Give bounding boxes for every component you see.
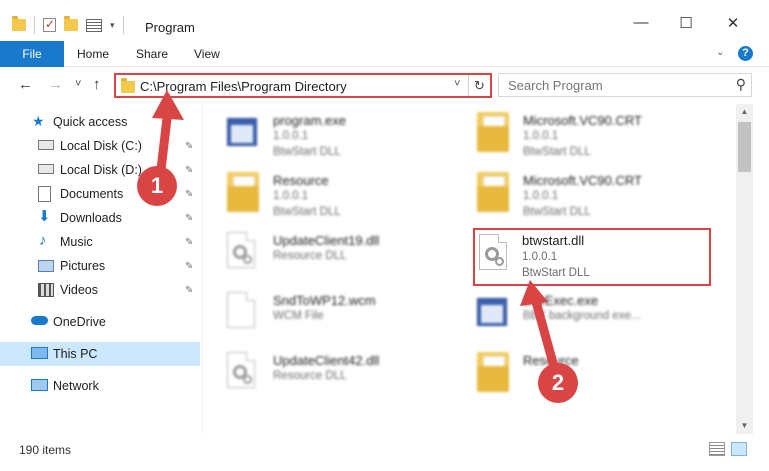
- callout-step-1: 1: [137, 166, 177, 206]
- callout-step-2: 2: [538, 363, 578, 403]
- details-view-icon[interactable]: [709, 442, 725, 456]
- annotation-arrows: [152, 90, 561, 379]
- vertical-scrollbar[interactable]: ▲ ▼: [736, 104, 753, 434]
- arrow-2-head: [520, 280, 548, 306]
- scroll-up-icon[interactable]: ▲: [736, 104, 753, 120]
- scroll-thumb[interactable]: [738, 122, 751, 172]
- large-icons-view-icon[interactable]: [731, 442, 747, 456]
- scroll-down-icon[interactable]: ▼: [736, 418, 753, 434]
- arrow-1-head: [152, 90, 184, 120]
- item-count: 190 items: [19, 443, 72, 457]
- status-bar: 190 items: [0, 436, 769, 471]
